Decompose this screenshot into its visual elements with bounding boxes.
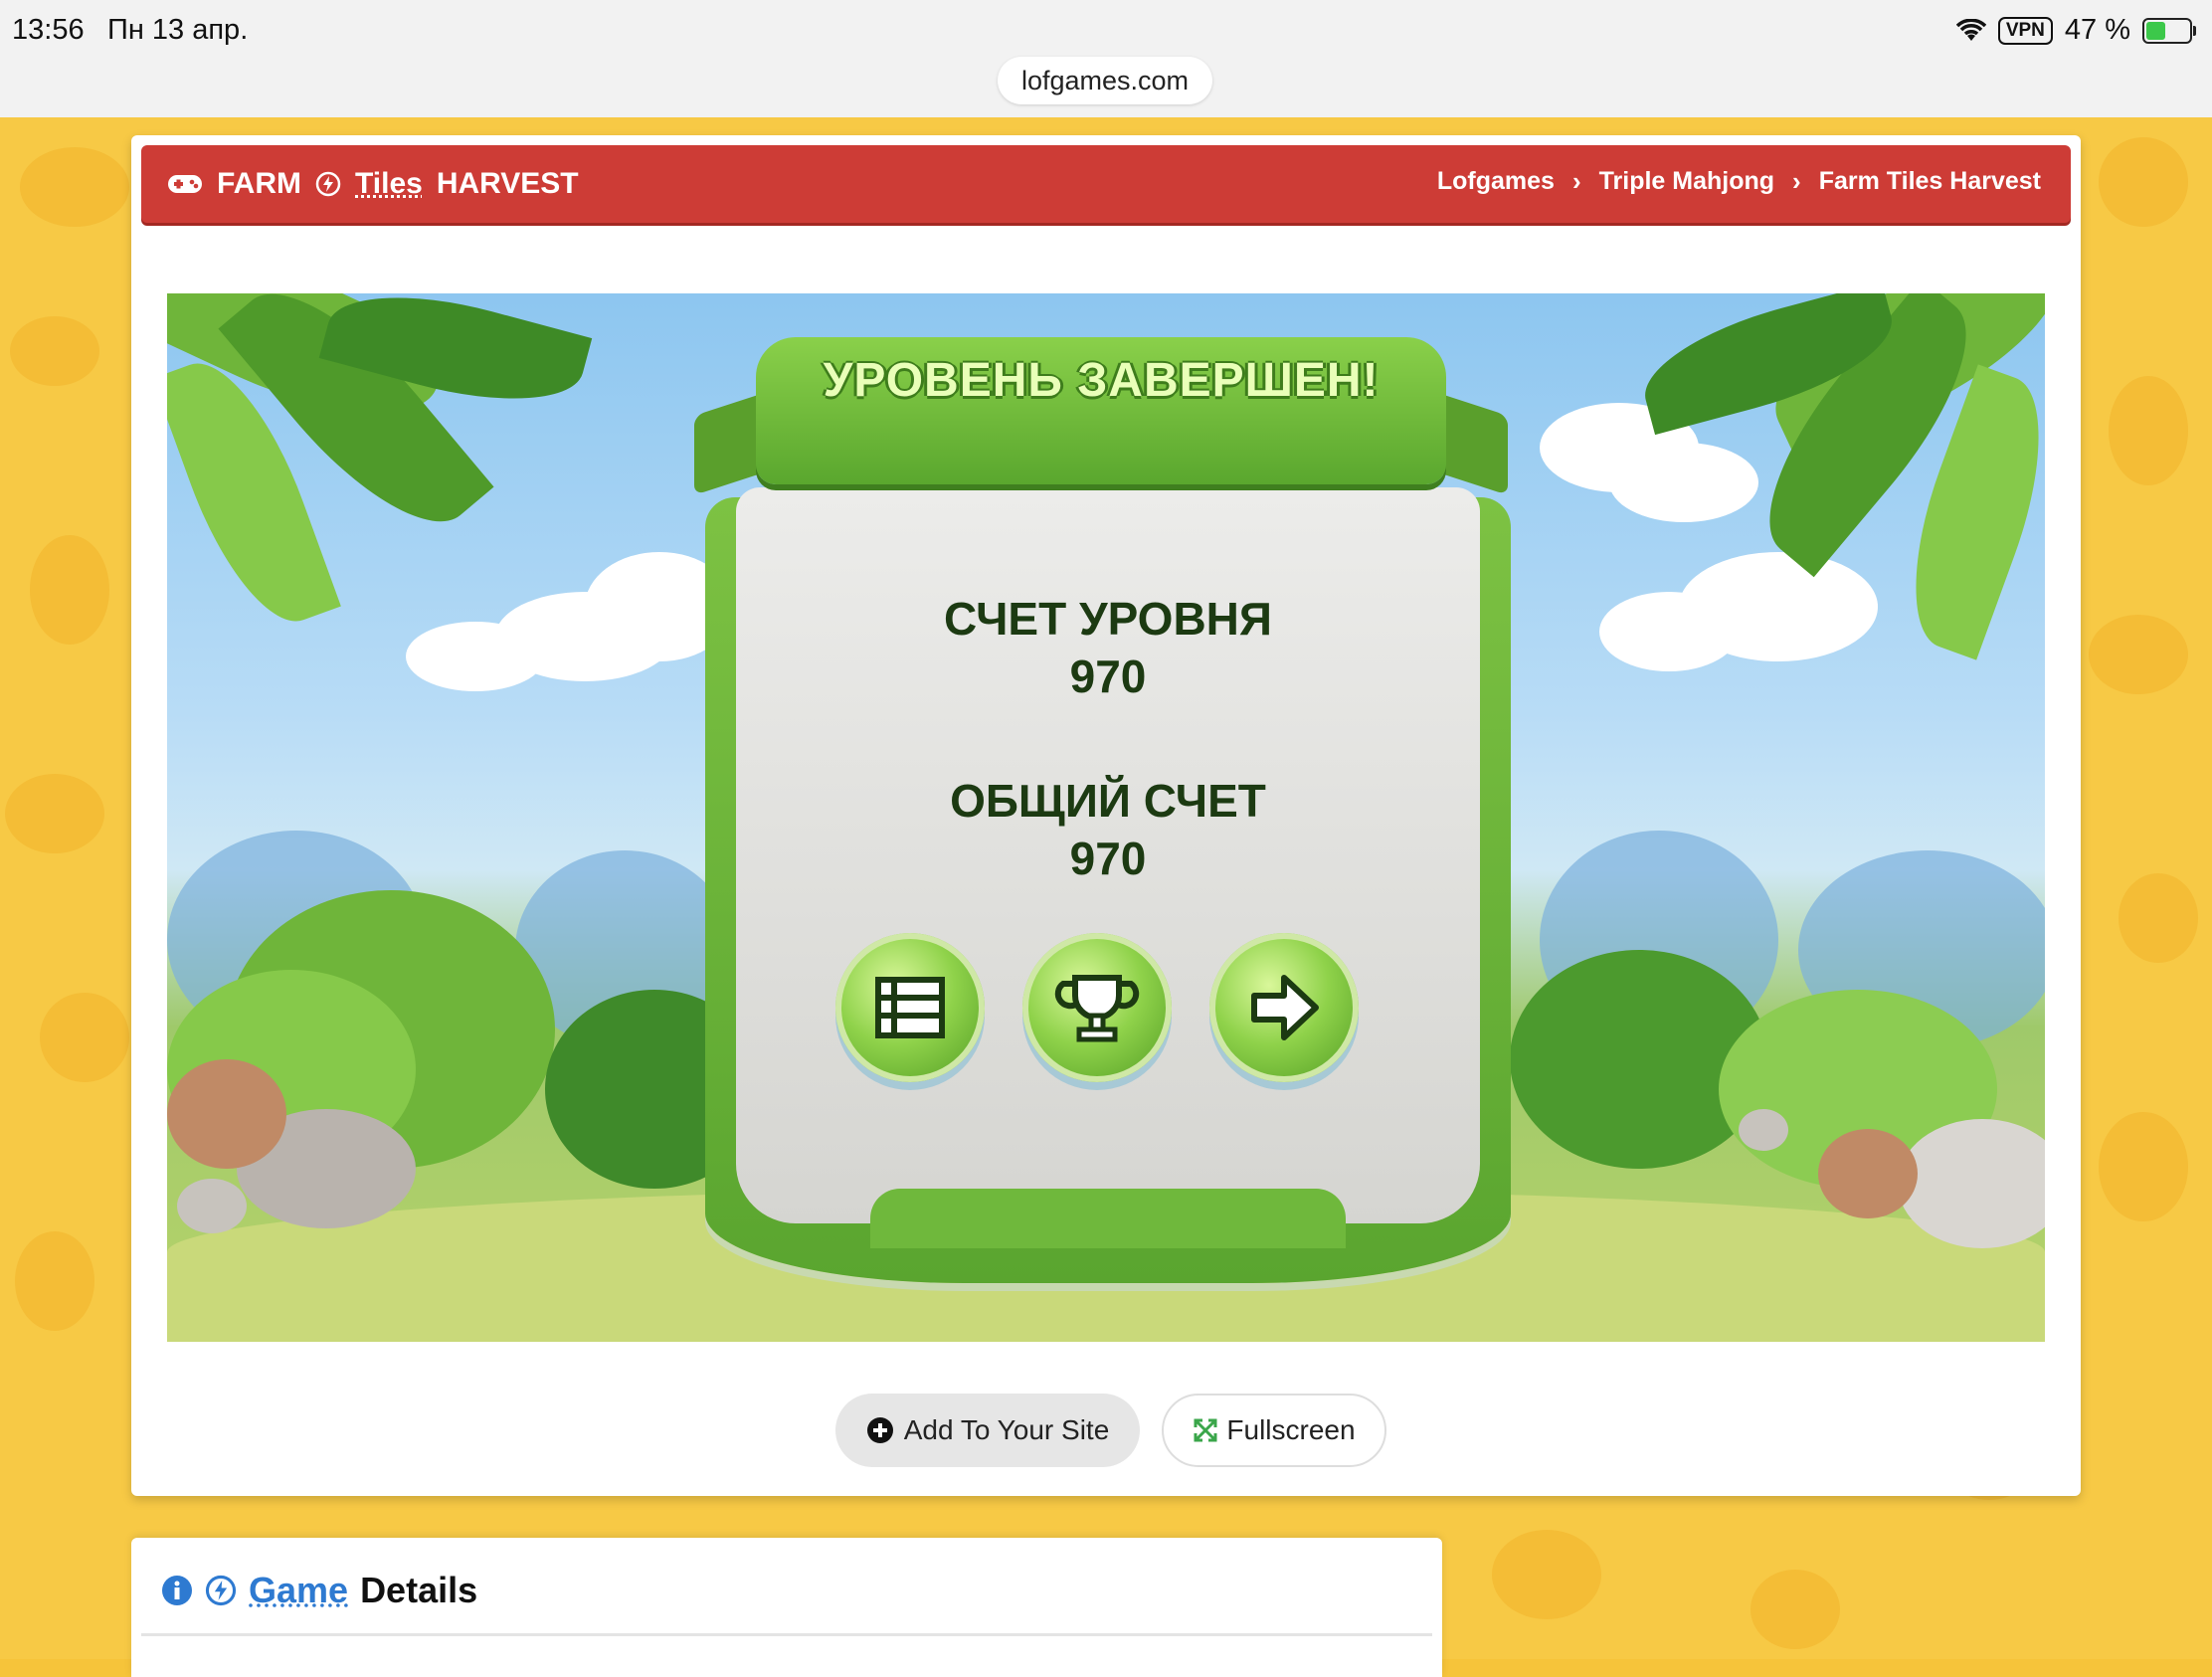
brand-tiles-link[interactable]: Tiles xyxy=(355,167,423,201)
gamepad-icon xyxy=(168,175,202,193)
menu-icon xyxy=(875,977,945,1038)
chevron-right-icon: › xyxy=(1571,165,1581,196)
game-details-heading: Game Details xyxy=(161,1570,477,1611)
trophy-icon xyxy=(1054,975,1140,1042)
status-indicators: VPN 47 % xyxy=(1955,14,2196,47)
rock xyxy=(177,1179,247,1233)
cloud xyxy=(1599,592,1739,671)
add-to-site-button[interactable]: Add To Your Site xyxy=(835,1394,1140,1467)
game-header: FARM Tiles HARVEST Lofgames › Triple Mah… xyxy=(141,145,2071,223)
rock xyxy=(1818,1129,1918,1218)
battery-icon xyxy=(2142,17,2196,44)
game-link[interactable]: Game xyxy=(249,1570,348,1611)
level-score-value: 970 xyxy=(1069,651,1147,702)
brand-harvest: HARVEST xyxy=(436,167,579,200)
leaderboard-button[interactable] xyxy=(1022,933,1172,1082)
plus-circle-icon xyxy=(866,1417,893,1443)
bolt-circle-icon xyxy=(315,171,341,197)
total-score-value: 970 xyxy=(1069,833,1147,884)
game-card: FARM Tiles HARVEST Lofgames › Triple Mah… xyxy=(131,135,2081,1496)
breadcrumb-lofgames[interactable]: Lofgames xyxy=(1437,167,1555,196)
battery-percent: 47 % xyxy=(2064,14,2130,46)
status-time: 13:56 xyxy=(12,14,85,46)
site-brand: FARM Tiles HARVEST xyxy=(167,145,579,223)
divider xyxy=(141,1633,1432,1636)
add-to-site-label: Add To Your Site xyxy=(903,1414,1110,1445)
level-score-label: СЧЕТ УРОВНЯ xyxy=(944,593,1272,645)
game-details-card: Game Details xyxy=(131,1538,1442,1677)
brand-farm: FARM xyxy=(217,167,301,200)
chevron-right-icon: › xyxy=(1792,165,1801,196)
game-canvas[interactable]: УРОВЕНЬ ЗАВЕРШЕН! СЧЕТ УРОВНЯ 970 ОБЩИЙ … xyxy=(167,293,2045,1342)
level-complete-title: УРОВЕНЬ ЗАВЕРШЕН! xyxy=(823,354,1380,407)
panel-notch xyxy=(870,1189,1346,1248)
rock xyxy=(167,1059,286,1169)
ios-status-bar: 13:56 Пн 13 апр. VPN 47 % lofgames.com xyxy=(0,0,2212,117)
info-icon xyxy=(162,1576,192,1605)
breadcrumb: Lofgames › Triple Mahjong › Farm Tiles H… xyxy=(1437,145,2041,217)
rock xyxy=(1739,1109,1788,1151)
breadcrumb-current: Farm Tiles Harvest xyxy=(1818,166,2041,195)
next-level-button[interactable] xyxy=(1209,933,1359,1082)
fullscreen-label: Fullscreen xyxy=(1226,1414,1356,1445)
next-arrow-icon xyxy=(1251,975,1319,1040)
wifi-icon xyxy=(1955,18,1986,41)
fullscreen-button[interactable]: Fullscreen xyxy=(1162,1394,1386,1467)
cloud xyxy=(1609,443,1758,522)
bolt-circle-icon xyxy=(205,1575,237,1606)
breadcrumb-triple-mahjong[interactable]: Triple Mahjong xyxy=(1599,167,1774,196)
status-date: Пн 13 апр. xyxy=(107,14,249,46)
level-menu-button[interactable] xyxy=(835,933,985,1082)
vpn-badge: VPN xyxy=(1997,16,2053,45)
total-score-label: ОБЩИЙ СЧЕТ xyxy=(950,775,1266,827)
address-bar[interactable]: lofgames.com xyxy=(998,57,1212,104)
expand-icon xyxy=(1194,1418,1217,1442)
details-title-text: Details xyxy=(360,1570,478,1610)
cloud xyxy=(406,622,545,691)
